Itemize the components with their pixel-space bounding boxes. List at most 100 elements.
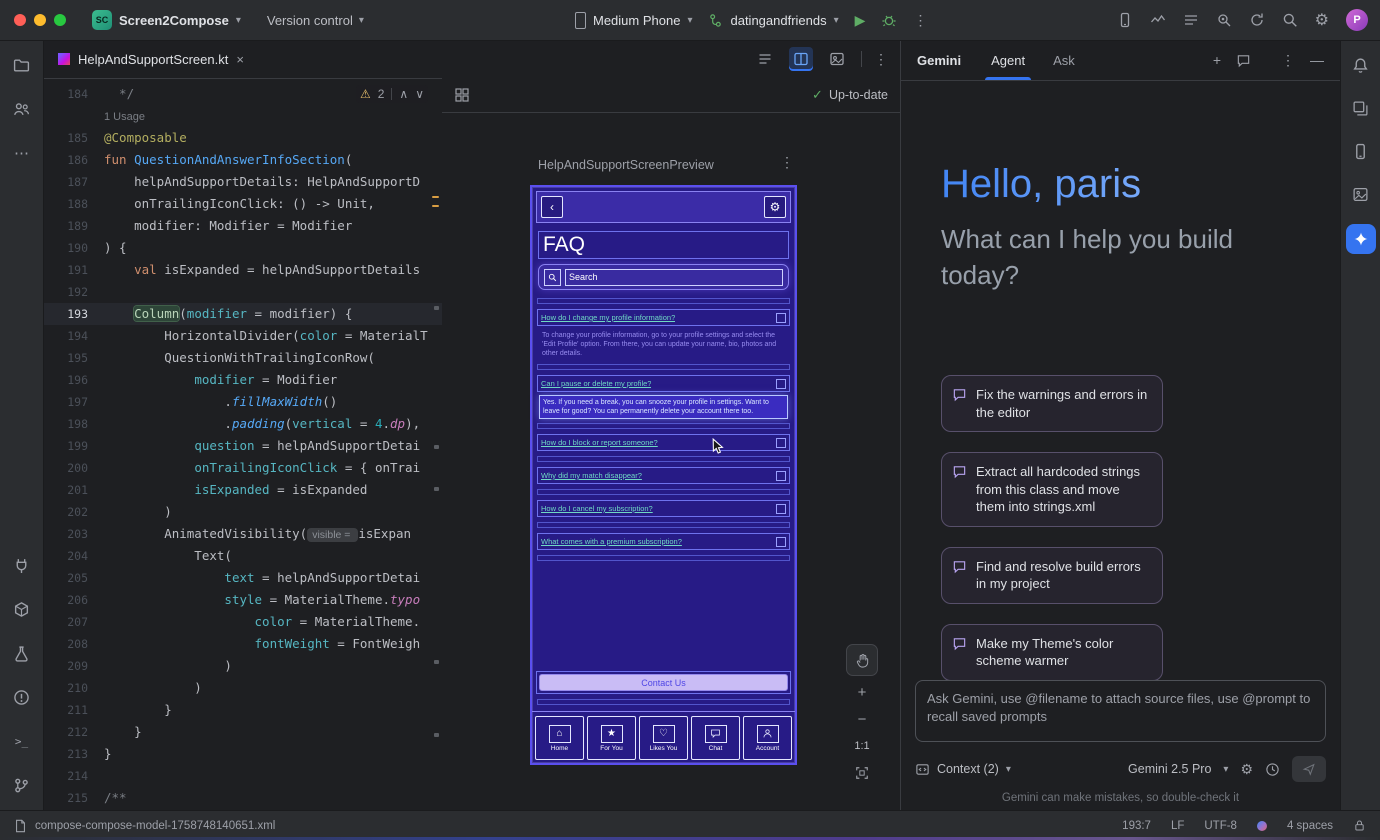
gemini-settings-icon[interactable]: ⚙ [1240, 761, 1253, 778]
device-explorer-tool-button[interactable] [9, 552, 35, 578]
code-line[interactable]: 193 Column(modifier = modifier) { [44, 303, 442, 325]
minimize-window-button[interactable] [34, 14, 46, 26]
next-problem-button[interactable]: ∨ [415, 87, 424, 101]
gemini-more-icon[interactable]: ⋮ [1281, 52, 1295, 69]
faq-question[interactable]: Can I pause or delete my profile? [537, 375, 790, 392]
code-line[interactable]: 188 onTrailingIconClick: () -> Unit, [44, 193, 442, 215]
code-line[interactable]: 209 ) [44, 655, 442, 677]
nav-item-likes-you[interactable]: ♡Likes You [639, 716, 688, 760]
more-tool-windows-button[interactable]: ⋯ [9, 140, 35, 166]
zoom-window-button[interactable] [54, 14, 66, 26]
code-line[interactable]: 191 val isExpanded = helpAndSupportDetai… [44, 259, 442, 281]
editor-tab[interactable]: HelpAndSupportScreen.kt × [44, 40, 258, 78]
project-widget[interactable]: SC Screen2Compose ▾ [92, 10, 241, 30]
code-line[interactable]: 199 question = helpAndSupportDetai [44, 435, 442, 457]
code-line[interactable]: 211 } [44, 699, 442, 721]
close-tab-icon[interactable]: × [236, 52, 244, 67]
scrollbar-marker[interactable] [434, 306, 439, 310]
more-actions-icon[interactable]: ⋮ [913, 12, 927, 29]
code-line[interactable]: 195 QuestionWithTrailingIconRow( [44, 347, 442, 369]
split-view-button[interactable] [789, 47, 813, 71]
suggestion-card[interactable]: Extract all hardcoded strings from this … [941, 452, 1163, 527]
code-line[interactable]: 212 } [44, 721, 442, 743]
code-line[interactable]: 187 helpAndSupportDetails: HelpAndSuppor… [44, 171, 442, 193]
indent-setting[interactable]: 4 spaces [1287, 820, 1333, 832]
settings-gear-icon[interactable]: ⚙ [1315, 10, 1329, 30]
code-line[interactable]: 198 .padding(vertical = 4.dp), [44, 413, 442, 435]
nav-item-account[interactable]: Account [743, 716, 792, 760]
prev-problem-button[interactable]: ∧ [399, 87, 408, 101]
line-ending[interactable]: LF [1171, 820, 1184, 832]
resource-manager-tool-button[interactable] [1348, 181, 1374, 207]
zoom-in-button[interactable]: + [858, 681, 867, 703]
code-line[interactable]: 189 modifier: Modifier = Modifier [44, 215, 442, 237]
encoding[interactable]: UTF-8 [1204, 820, 1237, 832]
device-selector[interactable]: Medium Phone ▾ [575, 12, 692, 29]
gemini-status-icon[interactable] [1257, 821, 1267, 831]
nav-item-home[interactable]: ⌂Home [535, 716, 584, 760]
nav-item-for-you[interactable]: ★For You [587, 716, 636, 760]
sync-project-icon[interactable] [1249, 12, 1265, 28]
code-line[interactable]: 197 .fillMaxWidth() [44, 391, 442, 413]
app-quality-insights-tool-button[interactable] [9, 640, 35, 666]
tab-agent[interactable]: Agent [989, 40, 1027, 80]
suggestion-card[interactable]: Find and resolve build errors in my proj… [941, 547, 1163, 604]
hide-panel-button[interactable]: — [1310, 52, 1324, 68]
expand-icon[interactable] [776, 379, 786, 389]
code-line[interactable]: 214 [44, 765, 442, 787]
code-line[interactable]: 206 style = MaterialTheme.typo [44, 589, 442, 611]
code-line[interactable]: 186fun QuestionAndAnswerInfoSection( [44, 149, 442, 171]
scrollbar-marker[interactable] [434, 660, 439, 664]
user-avatar[interactable]: P [1346, 9, 1368, 31]
expand-icon[interactable] [776, 438, 786, 448]
close-window-button[interactable] [14, 14, 26, 26]
build-tool-button[interactable] [9, 596, 35, 622]
version-control-widget[interactable]: Version control ▾ [267, 13, 364, 28]
scrollbar-marker[interactable] [434, 733, 439, 737]
code-line[interactable]: 190) { [44, 237, 442, 259]
caret-position[interactable]: 193:7 [1122, 820, 1151, 832]
suggestion-card[interactable]: Fix the warnings and errors in the edito… [941, 375, 1163, 432]
terminal-tool-button[interactable]: >_ [9, 728, 35, 754]
faq-question[interactable]: How do I change my profile information? [537, 309, 790, 326]
expand-icon[interactable] [776, 504, 786, 514]
version-control-tool-button[interactable] [9, 772, 35, 798]
code-line[interactable]: 196 modifier = Modifier [44, 369, 442, 391]
notifications-tool-button[interactable] [1348, 52, 1374, 78]
pan-tool-button[interactable] [846, 644, 878, 676]
code-line[interactable]: 194 HorizontalDivider(color = MaterialT [44, 325, 442, 347]
run-configuration-selector[interactable]: datingandfriends ▾ [708, 13, 838, 28]
inspection-widget[interactable]: ⚠ 2 ∧ ∨ [356, 85, 428, 103]
code-line[interactable]: 1 Usage [44, 105, 442, 127]
code-line[interactable]: 192 [44, 281, 442, 303]
search-input[interactable]: Search [565, 269, 783, 286]
code-line[interactable]: 201 isExpanded = isExpanded [44, 479, 442, 501]
code-editor[interactable]: 184 */1 Usage185@Composable186fun Questi… [44, 78, 443, 810]
code-line[interactable]: 213} [44, 743, 442, 765]
warning-marker[interactable] [432, 205, 439, 207]
pull-requests-tool-button[interactable] [9, 96, 35, 122]
gemini-input[interactable]: Ask Gemini, use @filename to attach sour… [915, 680, 1326, 742]
debug-button[interactable] [881, 12, 897, 28]
editor-options-icon[interactable]: ⋮ [874, 51, 888, 68]
preview-name[interactable]: HelpAndSupportScreenPreview [538, 158, 714, 172]
faq-question[interactable]: Why did my match disappear? [537, 467, 790, 484]
design-view-button[interactable] [825, 47, 849, 71]
attach-context-icon[interactable] [915, 762, 930, 777]
tab-ask[interactable]: Ask [1051, 40, 1077, 80]
nav-item-chat[interactable]: Chat [691, 716, 740, 760]
search-icon[interactable] [1282, 12, 1298, 28]
running-devices-tool-button[interactable] [1348, 138, 1374, 164]
faq-question[interactable]: How do I block or report someone? [537, 434, 790, 451]
settings-gear-icon[interactable]: ⚙ [764, 196, 786, 218]
problems-tool-button[interactable] [9, 684, 35, 710]
run-button[interactable]: ▶ [855, 12, 866, 29]
code-line[interactable]: 203 AnimatedVisibility(visible = isExpan [44, 523, 442, 545]
context-selector[interactable]: Context (2) [937, 762, 999, 776]
code-line[interactable]: 215/** [44, 787, 442, 809]
code-line[interactable]: 204 Text( [44, 545, 442, 567]
back-button[interactable]: ‹ [541, 196, 563, 218]
status-file[interactable]: compose-compose-model-1758748140651.xml [14, 819, 275, 833]
suggestion-card[interactable]: Make my Theme's color scheme warmer [941, 624, 1163, 681]
code-line[interactable]: 202 ) [44, 501, 442, 523]
